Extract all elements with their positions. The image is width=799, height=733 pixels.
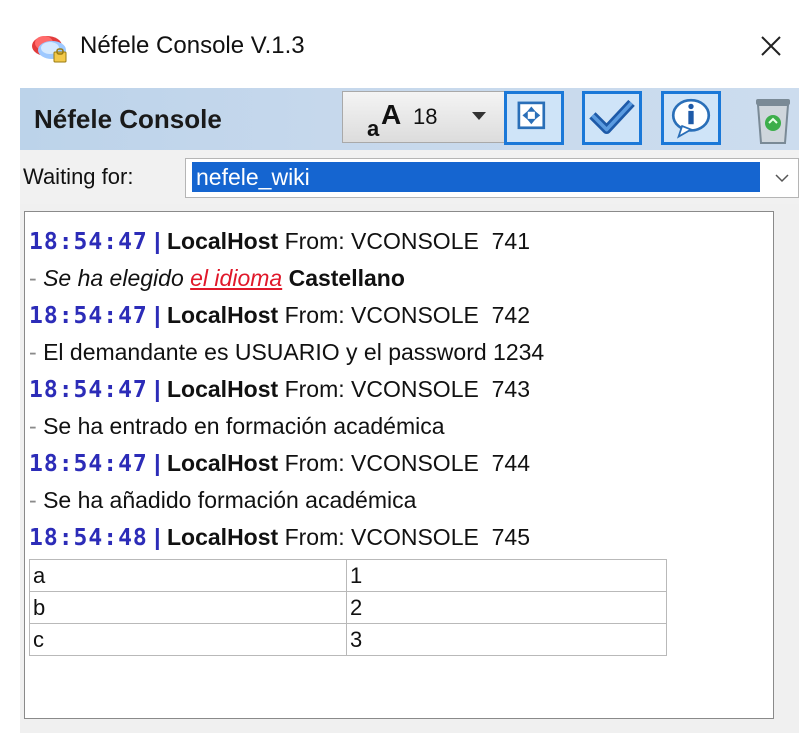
log-message-text: El demandante es USUARIO y el password 1… [43, 339, 545, 365]
checkmark-icon [589, 99, 635, 134]
log-host: LocalHost [167, 302, 279, 328]
log-id: 743 [491, 376, 530, 402]
log-separator: | [154, 524, 161, 550]
close-button[interactable] [748, 24, 794, 68]
log-dash: - [29, 413, 37, 439]
log-dash: - [29, 487, 37, 513]
log-host: LocalHost [167, 450, 279, 476]
log-id: 744 [491, 450, 530, 476]
table-row: a 1 [29, 559, 667, 592]
svg-text:a: a [367, 116, 380, 140]
app-icon [32, 36, 67, 63]
log-source: From: VCONSOLE [284, 228, 479, 254]
info-button[interactable] [661, 91, 721, 145]
table-cell: 3 [346, 623, 667, 656]
table-cell: 2 [346, 591, 667, 624]
log-host: LocalHost [167, 376, 279, 402]
language-link[interactable]: el idioma [190, 265, 282, 291]
font-size-value: 18 [413, 104, 438, 129]
log-message-line: - Se ha elegido el idioma Castellano [29, 260, 769, 297]
log-timestamp: 18:54:48 [29, 525, 148, 551]
log-dash: - [29, 339, 37, 365]
log-timestamp: 18:54:47 [29, 451, 148, 477]
waiting-selected-value: nefele_wiki [192, 162, 760, 192]
log-source: From: VCONSOLE [284, 450, 479, 476]
log-host: LocalHost [167, 228, 279, 254]
chevron-down-icon [472, 112, 486, 120]
table-cell: 1 [346, 559, 667, 592]
table-row: b 2 [29, 591, 667, 624]
log-timestamp: 18:54:47 [29, 377, 148, 403]
waiting-select[interactable]: nefele_wiki [185, 158, 799, 198]
table-row: c 3 [29, 623, 667, 656]
log-message-text: Se ha elegido [43, 265, 184, 291]
log-source: From: VCONSOLE [284, 524, 479, 550]
log-message-bold: Castellano [288, 265, 405, 291]
log-id: 745 [491, 524, 530, 550]
log-separator: | [154, 376, 161, 402]
confirm-button[interactable] [582, 91, 642, 145]
svg-text:A: A [381, 99, 401, 130]
log-header-line: 18:54:47 | LocalHost From: VCONSOLE 743 [29, 371, 769, 408]
fit-window-button[interactable] [504, 91, 564, 145]
console-area: 18:54:47 | LocalHost From: VCONSOLE 741 … [20, 204, 799, 733]
log-message-line: - El demandante es USUARIO y el password… [29, 334, 769, 371]
log-timestamp: 18:54:47 [29, 303, 148, 329]
table-cell: a [29, 559, 347, 592]
log-header-line: 18:54:47 | LocalHost From: VCONSOLE 741 [29, 223, 769, 260]
header-toolbar: Néfele Console A a 18 [20, 88, 799, 150]
log-separator: | [154, 302, 161, 328]
table-cell: c [29, 623, 347, 656]
log-list: 18:54:47 | LocalHost From: VCONSOLE 741 … [29, 223, 769, 556]
font-size-dropdown[interactable]: A a 18 [342, 91, 516, 143]
log-host: LocalHost [167, 524, 279, 550]
console-panel[interactable]: 18:54:47 | LocalHost From: VCONSOLE 741 … [24, 211, 774, 719]
log-message-text: Se ha añadido formación académica [43, 487, 417, 513]
log-id: 742 [491, 302, 530, 328]
clear-button[interactable] [736, 91, 799, 145]
log-message-line: - Se ha añadido formación académica [29, 482, 769, 519]
title-bar: Néfele Console V.1.3 [0, 0, 799, 88]
log-id: 741 [491, 228, 530, 254]
log-source: From: VCONSOLE [284, 302, 479, 328]
log-message-text: Se ha entrado en formación académica [43, 413, 445, 439]
log-dash: - [29, 265, 37, 291]
log-header-line: 18:54:48 | LocalHost From: VCONSOLE 745 [29, 519, 769, 556]
info-icon [671, 98, 711, 139]
waiting-row: Waiting for: nefele_wiki [20, 150, 799, 204]
log-separator: | [154, 228, 161, 254]
waiting-label: Waiting for: [23, 164, 134, 189]
log-header-line: 18:54:47 | LocalHost From: VCONSOLE 742 [29, 297, 769, 334]
chevron-down-icon [775, 174, 789, 183]
table-cell: b [29, 591, 347, 624]
font-size-icon: A a [367, 99, 401, 140]
window-title: Néfele Console V.1.3 [80, 32, 305, 59]
log-header-line: 18:54:47 | LocalHost From: VCONSOLE 744 [29, 445, 769, 482]
log-timestamp: 18:54:47 [29, 229, 148, 255]
log-separator: | [154, 450, 161, 476]
fit-window-icon [517, 101, 546, 130]
log-message-line: - Se ha entrado en formación académica [29, 408, 769, 445]
close-icon [761, 36, 781, 56]
recycle-bin-icon [756, 99, 790, 144]
log-source: From: VCONSOLE [284, 376, 479, 402]
data-table: a 1 b 2 c 3 [29, 559, 667, 656]
header-title: Néfele Console [34, 104, 222, 134]
